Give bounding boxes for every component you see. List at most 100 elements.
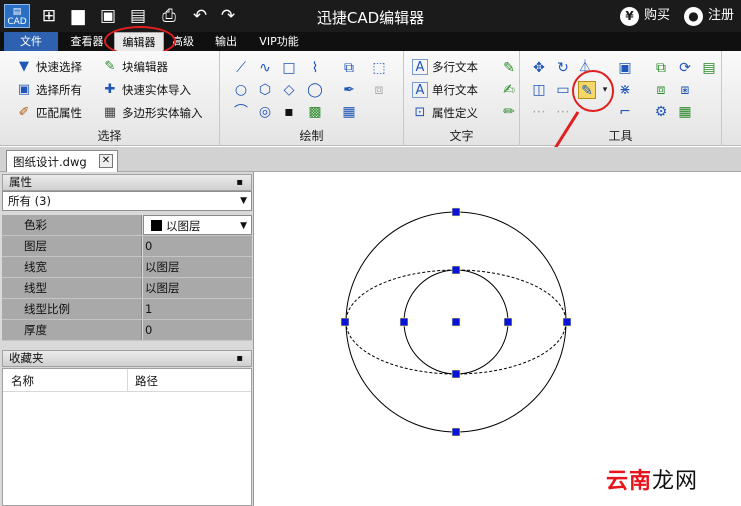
entity-import-icon: ✚ (104, 82, 116, 97)
insert-tool-icon[interactable]: ⧈ (370, 81, 388, 99)
property-value: 以图层 (143, 278, 252, 298)
selection-dropdown-value: 所有 (3) (8, 194, 51, 208)
polygon-tool-icon[interactable]: ⬡ (256, 81, 274, 99)
pin-icon[interactable]: ▪ (236, 351, 243, 366)
grip-point[interactable] (451, 317, 461, 327)
polygon-entity-input-button[interactable]: ▦ 多边形实体输入 (102, 103, 203, 123)
property-row-color[interactable]: 色彩 以图层 ▼ (2, 215, 252, 236)
circle-tool-icon[interactable]: ○ (232, 81, 250, 99)
copy-tool-icon[interactable]: ⧉ (652, 59, 670, 77)
table-tool-icon[interactable]: ▦ (340, 103, 358, 121)
menu-viewer[interactable]: 查看器 (64, 32, 110, 51)
save-as-icon[interactable]: ▤ (127, 5, 149, 27)
new-icon[interactable]: ⊞ (38, 5, 60, 27)
undo-icon[interactable]: ↶ (189, 5, 211, 27)
text-edit-icon[interactable]: ✍ (500, 81, 518, 99)
selection-dropdown[interactable]: 所有 (3) ▼ (2, 191, 252, 211)
grip-point[interactable] (399, 317, 409, 327)
table-export-icon[interactable]: ▦ (676, 103, 694, 121)
pin-icon[interactable]: ▪ (236, 175, 243, 190)
layer-tool-icon[interactable]: ▣ (616, 59, 634, 77)
hatch-tool-icon[interactable]: ⧉ (340, 59, 358, 77)
property-name: 色彩 (2, 215, 142, 235)
favorites-list: 名称 路径 (2, 368, 252, 506)
favorites-column-name[interactable]: 名称 (11, 373, 34, 389)
grip-points[interactable] (340, 207, 572, 437)
color-tool-dropdown-icon[interactable]: ▾ (596, 81, 614, 99)
stretch-tool-icon[interactable]: ▭ (554, 81, 572, 99)
donut-tool-icon[interactable]: ◎ (256, 103, 274, 121)
print-icon[interactable]: ⎙ (158, 5, 180, 27)
grip-point[interactable] (451, 265, 461, 275)
point-tool-icon[interactable]: ▪ (280, 103, 298, 121)
menu-editor[interactable]: 编辑器 (114, 32, 164, 51)
app-logo-icon[interactable]: ▤ CAD (4, 4, 30, 28)
drawing-canvas[interactable] (255, 172, 741, 506)
close-icon[interactable]: ✕ (99, 154, 113, 168)
text-find-icon[interactable]: ✏ (500, 103, 518, 121)
property-row-layer[interactable]: 图层 0 (2, 236, 252, 257)
menu-vip[interactable]: VIP功能 (252, 32, 306, 51)
property-row-linetype[interactable]: 线型 以图层 (2, 278, 252, 299)
open-folder-icon[interactable]: ▆ (67, 5, 89, 27)
attribute-definition-button[interactable]: ⊡ 属性定义 (412, 103, 478, 123)
document-tab[interactable]: 图纸设计.dwg ✕ (6, 150, 118, 172)
spline-tool-icon[interactable]: ∿ (256, 59, 274, 77)
explode-tool-icon[interactable]: ⋇ (616, 81, 634, 99)
rotate-tool-icon[interactable]: ↻ (554, 59, 572, 77)
match-properties-label: 匹配属性 (36, 106, 82, 120)
polyline-tool-icon[interactable]: ⌇ (306, 59, 324, 77)
image-tool-icon[interactable]: ▩ (306, 103, 324, 121)
grip-point[interactable] (503, 317, 513, 327)
grip-point[interactable] (451, 369, 461, 379)
menu-file[interactable]: 文件 (4, 32, 58, 51)
array-tool-icon[interactable]: ▤ (700, 59, 718, 77)
pen-tool-icon[interactable]: ✒ (340, 81, 358, 99)
block-tool-icon[interactable]: ⟳ (676, 59, 694, 77)
offset-tool-icon[interactable]: ◫ (530, 81, 548, 99)
register-button[interactable]: ● 注册 (684, 6, 734, 26)
group-tool-icon[interactable]: ⧈ (652, 81, 670, 99)
single-line-text-button[interactable]: A 单行文本 (412, 80, 478, 100)
buy-button[interactable]: ¥ 购买 (620, 6, 670, 26)
grip-point[interactable] (562, 317, 572, 327)
ellipse-tool-icon[interactable]: ◯ (306, 81, 324, 99)
property-row-lineweight[interactable]: 线宽 以图层 (2, 257, 252, 278)
text-style-icon[interactable]: ✎ (500, 59, 518, 77)
property-value-color[interactable]: 以图层 ▼ (143, 215, 252, 235)
grip-point[interactable] (340, 317, 350, 327)
redo-icon[interactable]: ↷ (217, 5, 239, 27)
menu-output[interactable]: 输出 (206, 32, 246, 51)
move-tool-icon[interactable]: ✥ (530, 59, 548, 77)
grip-point[interactable] (451, 427, 461, 437)
ungroup-tool-icon[interactable]: ⧆ (676, 81, 694, 99)
purge-tool-icon[interactable]: ⚙ (652, 103, 670, 121)
save-icon[interactable]: ▣ (97, 5, 119, 27)
column-divider (127, 369, 128, 391)
block-editor-button[interactable]: ✎ 块编辑器 (102, 57, 168, 77)
drawing-svg[interactable] (255, 172, 741, 506)
menu-advanced[interactable]: 高级 (165, 32, 201, 51)
fillet-tool-icon[interactable]: ⌐ (616, 103, 634, 121)
arc-tool-icon[interactable]: ⌒ (232, 103, 250, 121)
title-bar: ▤ CAD ⊞ ▆ ▣ ▤ ⎙ ↶ ↷ 迅捷CAD编辑器 ¥ 购买 ● 注册 (0, 0, 741, 32)
rectangle-tool-icon[interactable]: □ (280, 59, 298, 77)
match-properties-button[interactable]: ✐ 匹配属性 (16, 103, 82, 123)
multiline-text-label: 多行文本 (432, 60, 478, 74)
line-tool-icon[interactable]: ⟋ (232, 59, 250, 77)
multiline-text-button[interactable]: A 多行文本 (412, 57, 478, 77)
extend-tool-icon[interactable]: ⋯ (554, 103, 572, 121)
property-row-linetype-scale[interactable]: 线型比例 1 (2, 299, 252, 320)
select-all-button[interactable]: ▣ 选择所有 (16, 80, 82, 100)
quick-entity-import-button[interactable]: ✚ 快速实体导入 (102, 80, 191, 100)
trim-tool-icon[interactable]: ⋯ (530, 103, 548, 121)
grip-point[interactable] (451, 207, 461, 217)
color-tool-icon[interactable]: ✎ (578, 81, 596, 99)
property-row-thickness[interactable]: 厚度 0 (2, 320, 252, 341)
favorites-column-path[interactable]: 路径 (135, 373, 158, 389)
region-tool-icon[interactable]: ⬚ (370, 59, 388, 77)
property-value: 1 (143, 299, 252, 319)
diamond-tool-icon[interactable]: ◇ (280, 81, 298, 99)
mirror-tool-icon[interactable]: ⏃ (576, 59, 594, 77)
quick-select-button[interactable]: ▼ 快速选择 (16, 57, 82, 77)
